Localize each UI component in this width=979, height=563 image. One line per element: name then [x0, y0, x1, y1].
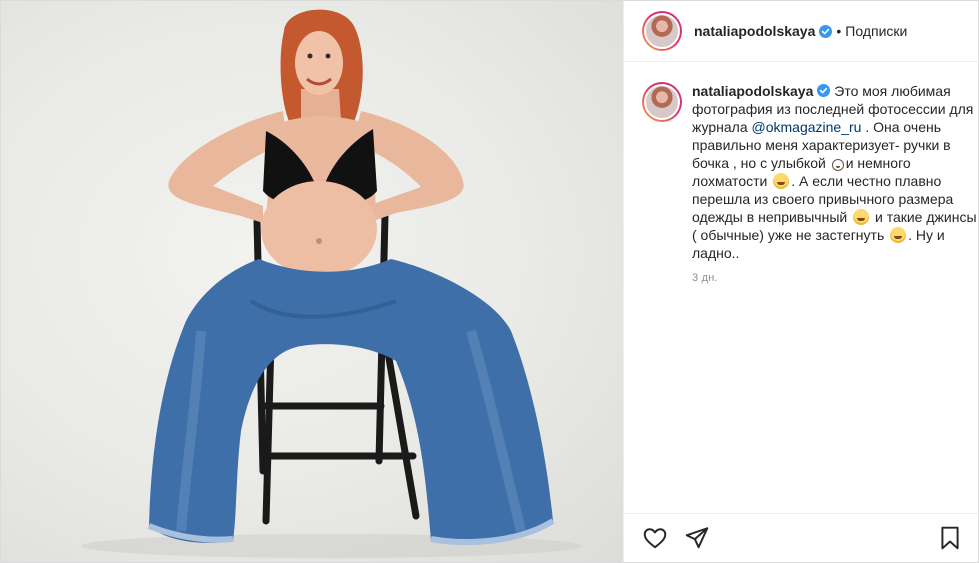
author-avatar[interactable] — [642, 11, 682, 51]
verified-badge-icon — [817, 84, 831, 97]
following-button[interactable]: Подписки — [845, 23, 907, 39]
caption-block: nataliapodolskaya Это моя любимая фотогр… — [692, 82, 979, 513]
post-photo-illustration — [81, 9, 581, 558]
bookmark-icon[interactable] — [937, 525, 963, 551]
instagram-post: nataliapodolskaya • Подписки nataliapodo… — [0, 0, 979, 563]
post-header: nataliapodolskaya • Подписки — [624, 1, 979, 62]
post-side-panel: nataliapodolskaya • Подписки nataliapodo… — [623, 1, 979, 562]
post-actions — [624, 513, 979, 562]
grinning-emoji-icon — [890, 227, 907, 243]
post-photo[interactable] — [1, 1, 623, 562]
heart-icon[interactable] — [642, 525, 668, 551]
caption-avatar[interactable] — [642, 82, 682, 122]
author-username[interactable]: nataliapodolskaya — [694, 23, 815, 39]
post-timestamp: 3 дн. — [692, 272, 718, 284]
thinking-emoji-icon — [853, 209, 870, 225]
avatar-image — [644, 84, 680, 120]
verified-badge-icon — [819, 24, 833, 38]
paper-plane-icon[interactable] — [684, 525, 710, 551]
smile-emoji-icon — [831, 159, 844, 171]
grinning-emoji-icon — [773, 173, 790, 189]
caption-username[interactable]: nataliapodolskaya — [692, 83, 813, 99]
post-caption: nataliapodolskaya Это моя любимая фотогр… — [692, 82, 979, 262]
avatar-image — [644, 13, 680, 49]
header-separator: • — [836, 23, 842, 39]
mention-link[interactable]: @okmagazine_ru — [752, 119, 862, 135]
comments-area: nataliapodolskaya Это моя любимая фотогр… — [624, 62, 979, 513]
